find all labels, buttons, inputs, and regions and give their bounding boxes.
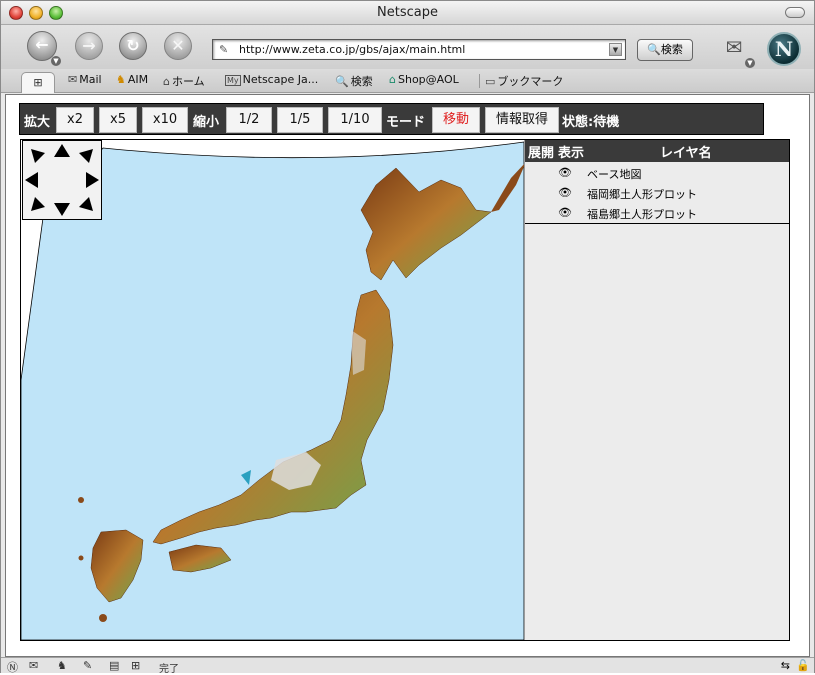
address-bar[interactable]: ✎ http://www.zeta.co.jp/gbs/ajax/main.ht… [212, 39, 626, 60]
eye-icon[interactable]: 👁 [558, 186, 572, 199]
folder-icon: ▭ [485, 75, 496, 88]
url-text[interactable]: http://www.zeta.co.jp/gbs/ajax/main.html [239, 43, 465, 56]
mode-label: モード [386, 115, 426, 130]
forward-button[interactable]: → [75, 32, 103, 60]
pb-item-bookmarks[interactable]: ▭ ブックマーク [485, 73, 563, 89]
stop-button[interactable]: ✕ [164, 32, 192, 60]
pan-east-icon [86, 172, 99, 188]
search-icon: 🔍 [335, 75, 349, 88]
navigation-toolbar: ← ▼ → ↻ ✕ ✎ http://www.zeta.co.jp/gbs/aj… [1, 25, 814, 69]
page-content: 拡大 x2 x5 x10 縮小 1/2 1/5 1/10 モード 移動 情報取得… [5, 94, 810, 657]
pb-item-label: ブックマーク [497, 75, 564, 88]
show-column-header: 表示 [558, 146, 585, 161]
reload-icon: ↻ [126, 36, 140, 55]
personal-toolbar: ⊞ ✉ Mail ♞ AIM ⌂ ホーム My Netscape Ja... 🔍 検索 ⌂… [1, 69, 814, 93]
status-bar: Ⓝ ✉ ♞ ✎ ▤ ⊞ 完了 ⇆ 🔓 [1, 657, 814, 675]
mail-tool-dropdown[interactable]: ▼ [745, 58, 755, 68]
stop-icon: ✕ [171, 36, 185, 55]
pan-southwest-icon [31, 197, 45, 211]
window-title: Netscape [377, 5, 438, 20]
pan-west-icon [25, 172, 38, 188]
online-status-icon[interactable]: ⇆ [781, 659, 790, 672]
zoom-fifth-button[interactable]: 1/5 [277, 107, 323, 133]
pb-item-mail[interactable]: ✉ Mail [68, 73, 102, 86]
tab-toggle-icon[interactable]: ⊞ [21, 72, 55, 93]
map-control-bar: 拡大 x2 x5 x10 縮小 1/2 1/5 1/10 モード 移動 情報取得… [19, 103, 764, 135]
layer-name: ベース地図 [587, 168, 642, 181]
pan-north-icon [54, 144, 70, 157]
layer-name-column-header: レイヤ名 [660, 146, 712, 161]
zoom-x5-button[interactable]: x5 [99, 107, 137, 133]
aim-icon: ♞ [116, 73, 126, 86]
pb-item-label: Shop@AOL [397, 73, 459, 86]
pb-item-label: 検索 [350, 75, 373, 88]
pan-south-icon [54, 203, 70, 216]
search-icon: 🔍 [647, 43, 661, 56]
mail-tool-icon[interactable]: ✉ [719, 35, 749, 63]
home-icon: ⌂ [163, 75, 170, 88]
mail-status-icon[interactable]: ✉ [29, 659, 38, 672]
reload-button[interactable]: ↻ [119, 32, 147, 60]
zoom-out-label: 縮小 [193, 115, 220, 130]
pan-northeast-icon [79, 149, 93, 163]
pb-item-home[interactable]: ⌂ ホーム [163, 73, 205, 89]
pb-item-aim[interactable]: ♞ AIM [116, 73, 148, 86]
toolbar-separator [479, 74, 480, 88]
title-bar: Netscape [1, 1, 814, 25]
security-lock-icon[interactable]: 🔓 [796, 659, 810, 672]
layer-list: 👁 ベース地図 👁 福岡郷土人形プロット 👁 福島郷土人形プロット [525, 162, 789, 224]
my-netscape-icon: My [225, 75, 241, 86]
pb-item-search[interactable]: 🔍 検索 [335, 73, 373, 89]
url-history-dropdown[interactable]: ▼ [609, 43, 622, 56]
arrow-right-icon: → [82, 36, 96, 55]
mail-icon: ✉ [68, 73, 78, 86]
layer-name: 福岡郷土人形プロット [587, 188, 697, 201]
expand-column-header: 展開 [528, 146, 555, 161]
pb-item-label: AIM [127, 73, 149, 86]
search-button[interactable]: 🔍検索 [637, 39, 693, 61]
layer-row: 👁 福島郷土人形プロット [525, 203, 789, 223]
netscape-logo[interactable]: N [767, 32, 801, 66]
pan-southeast-icon [79, 197, 93, 211]
toolbar-toggle-button[interactable] [785, 7, 805, 18]
search-button-label: 検索 [660, 43, 683, 56]
composer-icon[interactable]: ✎ [83, 659, 92, 672]
zoom-x2-button[interactable]: x2 [56, 107, 94, 133]
layer-row: 👁 ベース地図 [525, 163, 789, 183]
pb-item-label: Netscape Ja... [242, 73, 319, 86]
zoom-in-label: 拡大 [24, 115, 51, 130]
pb-item-shop[interactable]: ⌂ Shop@AOL [389, 73, 459, 86]
back-history-dropdown[interactable]: ▼ [51, 56, 61, 66]
status-text: 状態:待機 [562, 115, 620, 130]
browser-window: Netscape ← ▼ → ↻ ✕ ✎ http://www.zeta.co.… [0, 0, 815, 675]
address-book-icon[interactable]: ▤ [109, 659, 119, 672]
pb-item-netscape[interactable]: My Netscape Ja... [225, 73, 318, 86]
layer-row: 👁 福岡郷土人形プロット [525, 183, 789, 203]
map-frame: 展開 表示 レイヤ名 👁 ベース地図 👁 福岡郷土人形プロット 👁 福島郷土人形… [20, 139, 790, 641]
shop-icon: ⌂ [389, 73, 396, 86]
pan-control [22, 140, 102, 220]
zoom-tenth-button[interactable]: 1/10 [328, 107, 382, 133]
layer-panel: 展開 表示 レイヤ名 👁 ベース地図 👁 福岡郷土人形プロット 👁 福島郷土人形… [524, 140, 789, 640]
info-mode-button[interactable]: 情報取得 [485, 107, 559, 133]
pan-northwest-icon [31, 149, 45, 163]
arrow-left-icon: ← [35, 35, 49, 54]
pb-item-label: Mail [79, 73, 102, 86]
pb-item-label: ホーム [171, 75, 205, 88]
eye-icon[interactable]: 👁 [558, 166, 572, 179]
zoom-half-button[interactable]: 1/2 [226, 107, 272, 133]
page-proxy-icon[interactable]: ✎ [219, 43, 228, 56]
move-mode-button[interactable]: 移動 [432, 107, 480, 133]
layer-panel-header: 展開 表示 レイヤ名 [525, 140, 789, 162]
eye-icon[interactable]: 👁 [558, 206, 572, 219]
layer-name: 福島郷土人形プロット [587, 208, 697, 221]
zoom-x10-button[interactable]: x10 [142, 107, 188, 133]
tab-status-icon[interactable]: ⊞ [131, 659, 140, 672]
aim-status-icon[interactable]: ♞ [57, 659, 67, 672]
